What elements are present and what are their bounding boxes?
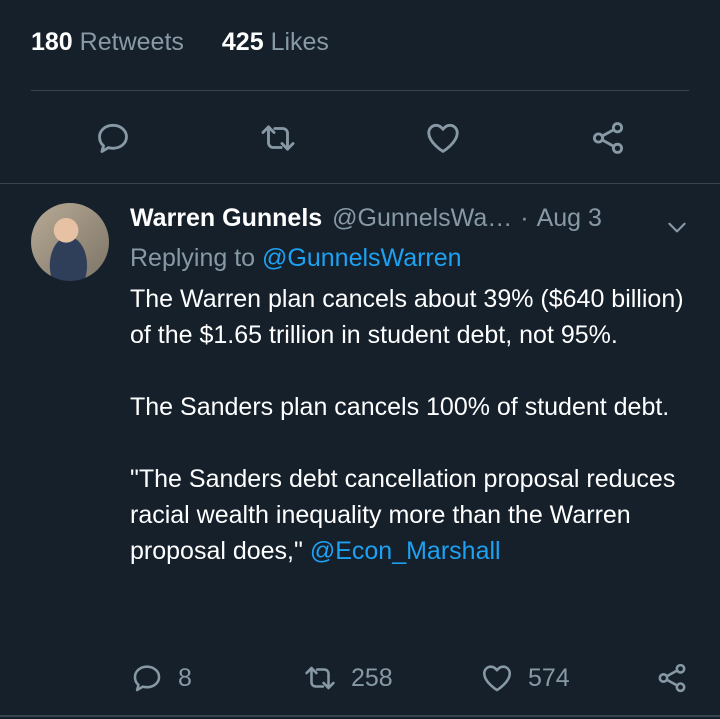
likes-label: Likes	[270, 28, 329, 56]
like-button[interactable]: 574	[480, 658, 570, 698]
like-button[interactable]	[423, 118, 463, 158]
share-button[interactable]	[588, 118, 628, 158]
chevron-down-icon[interactable]	[664, 214, 690, 240]
reply-count: 8	[178, 663, 192, 692]
tweet-quote-paragraph: "The Sanders debt cancellation proposal …	[130, 461, 690, 569]
retweet-icon	[305, 666, 335, 690]
timestamp[interactable]: Aug 3	[537, 204, 602, 233]
tweet-paragraph: The Sanders plan cancels 100% of student…	[130, 393, 670, 421]
tweet-text: The Warren plan cancels about 39% ($640 …	[130, 281, 690, 569]
replying-prefix: Replying to	[130, 244, 256, 272]
likes-count: 425	[221, 28, 264, 56]
reply-tweet-actions: 8 258 574	[0, 658, 720, 698]
reply-icon	[98, 123, 128, 153]
retweet-icon	[261, 125, 295, 151]
tweet-paragraph: The Warren plan cancels about 39% ($640 …	[130, 285, 684, 349]
retweet-button[interactable]: 258	[303, 658, 393, 698]
replying-to: Replying to @GunnelsWarren	[130, 244, 462, 273]
retweet-count: 258	[351, 663, 393, 692]
like-icon	[482, 665, 512, 692]
mention-link[interactable]: @Econ_Marshall	[310, 537, 501, 565]
likes-stat[interactable]: 425 Likes	[222, 28, 329, 57]
author-handle[interactable]: @GunnelsWa…	[332, 204, 512, 233]
share-icon	[592, 122, 624, 154]
retweets-count: 180	[31, 28, 73, 56]
divider	[0, 715, 720, 717]
replying-to-mention[interactable]: @GunnelsWarren	[262, 244, 462, 272]
author-name[interactable]: Warren Gunnels	[130, 204, 322, 233]
divider	[31, 90, 689, 91]
tweet-stats: 180 Retweets 425 Likes	[31, 28, 329, 57]
reply-button[interactable]: 8	[130, 658, 192, 698]
reply-button[interactable]	[93, 118, 133, 158]
retweet-button[interactable]	[258, 118, 298, 158]
retweets-stat[interactable]: 180 Retweets	[31, 28, 184, 57]
reply-tweet[interactable]: Warren Gunnels @GunnelsWa… · Aug 3 Reply…	[0, 184, 720, 717]
share-icon	[658, 663, 686, 693]
main-tweet-actions	[0, 118, 720, 158]
retweets-label: Retweets	[79, 28, 184, 56]
reply-icon	[133, 665, 161, 692]
tweet-header: Warren Gunnels @GunnelsWa… · Aug 3	[130, 204, 602, 233]
separator: ·	[520, 204, 529, 232]
like-icon	[427, 123, 459, 153]
like-count: 574	[528, 663, 570, 692]
avatar[interactable]	[31, 203, 109, 281]
share-button[interactable]	[655, 658, 689, 698]
